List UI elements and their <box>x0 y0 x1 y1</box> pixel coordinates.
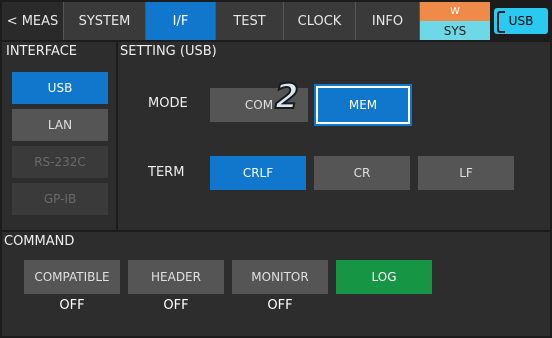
step-number-marker: 2 <box>274 77 300 117</box>
interface-rs232c-button: RS-232C <box>12 146 108 178</box>
usb-badge-label: USB <box>508 14 534 28</box>
mode-mem-button[interactable]: MEM <box>316 86 410 124</box>
usb-connector-icon <box>497 11 505 33</box>
command-log-button[interactable]: LOG <box>336 260 432 294</box>
term-cr-button[interactable]: CR <box>314 156 410 190</box>
tab-test[interactable]: TEST <box>216 2 284 40</box>
term-lf-button[interactable]: LF <box>418 156 514 190</box>
interface-usb-button[interactable]: USB <box>12 72 108 104</box>
setting-panel: SETTING (USB) MODE COM MEM TERM CRLF CR … <box>118 42 550 230</box>
command-panel: COMMAND COMPATIBLE HEADER MONITOR LOG OF… <box>2 232 550 336</box>
header-state: OFF <box>163 298 189 313</box>
tab-info[interactable]: INFO <box>356 2 420 40</box>
command-title: COMMAND <box>4 234 75 249</box>
command-monitor-button[interactable]: MONITOR <box>232 260 328 294</box>
tab-meas[interactable]: < MEAS <box>2 2 64 40</box>
sys-indicator: W SYS <box>420 2 490 40</box>
tab-if[interactable]: I/F <box>146 2 216 40</box>
screen: < MEAS SYSTEM I/F TEST CLOCK INFO W SYS … <box>0 0 552 338</box>
mode-label: MODE <box>148 96 188 111</box>
tab-clock[interactable]: CLOCK <box>284 2 356 40</box>
term-crlf-button[interactable]: CRLF <box>210 156 306 190</box>
compatible-state: OFF <box>59 298 85 313</box>
interface-panel: INTERFACE USB LAN RS-232C GP-IB <box>2 42 116 230</box>
command-header-button[interactable]: HEADER <box>128 260 224 294</box>
command-compatible-button[interactable]: COMPATIBLE <box>24 260 120 294</box>
sys-indicator-bottom: SYS <box>420 21 490 40</box>
sys-indicator-top: W <box>420 2 490 21</box>
interface-gpib-button: GP-IB <box>12 183 108 215</box>
interface-title: INTERFACE <box>6 44 77 59</box>
term-label: TERM <box>148 165 185 180</box>
usb-status-badge: USB <box>494 8 548 34</box>
monitor-state: OFF <box>267 298 293 313</box>
tab-bar: < MEAS SYSTEM I/F TEST CLOCK INFO W SYS … <box>2 2 550 40</box>
setting-title: SETTING (USB) <box>120 44 217 59</box>
interface-lan-button[interactable]: LAN <box>12 109 108 141</box>
tab-system[interactable]: SYSTEM <box>64 2 146 40</box>
